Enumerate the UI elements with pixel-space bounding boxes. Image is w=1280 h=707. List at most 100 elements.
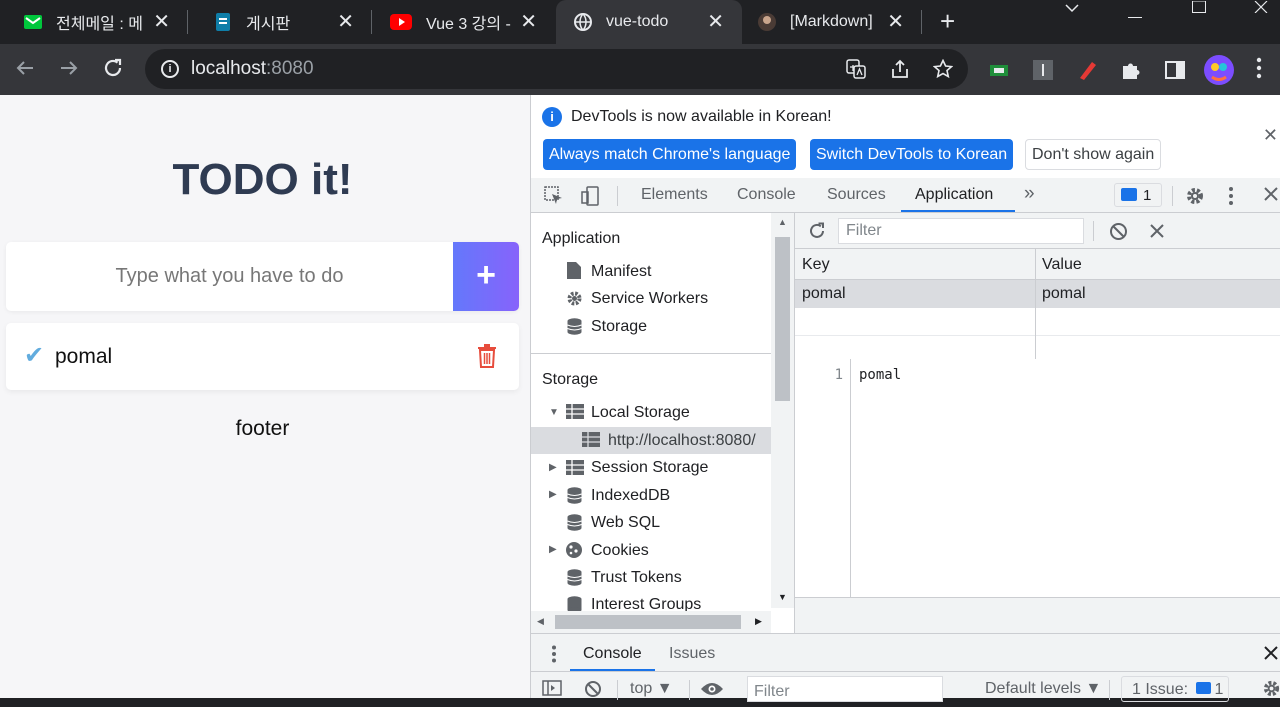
issues-counter-button[interactable]: 1 Issue: 1 bbox=[1121, 676, 1229, 702]
bookmark-star-icon[interactable] bbox=[932, 58, 954, 84]
expanded-arrow-icon[interactable]: ▼ bbox=[549, 407, 559, 418]
browser-tab-board[interactable]: 게시판 ✕ bbox=[190, 0, 372, 44]
maximize-button[interactable] bbox=[1192, 0, 1206, 18]
issues-badge[interactable]: 1 bbox=[1114, 183, 1162, 207]
reload-button[interactable] bbox=[102, 57, 124, 83]
sidebar-item-manifest[interactable]: Manifest bbox=[591, 263, 651, 281]
browser-tab-youtube[interactable]: Vue 3 강의 - ✕ bbox=[372, 0, 555, 44]
close-window-button[interactable] bbox=[1254, 0, 1268, 18]
always-match-language-button[interactable]: Always match Chrome's language bbox=[543, 139, 797, 170]
sidebar-item-cookies[interactable]: Cookies bbox=[591, 542, 649, 560]
sidebar-item-session-storage[interactable]: Session Storage bbox=[591, 459, 708, 477]
extension-green-icon[interactable] bbox=[988, 59, 1010, 81]
sidebar-item-storage[interactable]: Storage bbox=[591, 318, 647, 336]
tab-label: vue-todo bbox=[606, 13, 669, 30]
extension-gray-icon[interactable] bbox=[1032, 59, 1054, 81]
issue-icon bbox=[1121, 188, 1137, 201]
collapsed-arrow-icon[interactable]: ▶ bbox=[549, 544, 557, 555]
storage-filter-input[interactable]: Filter bbox=[838, 218, 1084, 244]
scroll-down-icon[interactable]: ▼ bbox=[778, 592, 787, 602]
close-icon[interactable]: ✕ bbox=[153, 12, 170, 32]
inspect-element-icon[interactable] bbox=[544, 186, 564, 206]
clear-all-icon[interactable] bbox=[1109, 222, 1128, 246]
tab-elements[interactable]: Elements bbox=[641, 186, 708, 204]
sidebar-vertical-scrollbar[interactable]: ▲ ▼ bbox=[771, 213, 794, 608]
browser-menu-icon[interactable] bbox=[1256, 57, 1278, 79]
close-icon[interactable]: ✕ bbox=[520, 12, 537, 32]
refresh-icon[interactable] bbox=[807, 221, 827, 246]
youtube-icon bbox=[390, 13, 412, 31]
console-settings-gear-icon[interactable] bbox=[1262, 679, 1280, 703]
sidebar-item-local-storage[interactable]: Local Storage bbox=[591, 404, 690, 422]
sidebar-horizontal-scrollbar[interactable]: ◀ ▶ bbox=[531, 611, 771, 633]
close-icon[interactable]: ✕ bbox=[707, 12, 724, 32]
sidebar-item-indexeddb[interactable]: IndexedDB bbox=[591, 487, 670, 505]
eye-icon[interactable] bbox=[700, 681, 724, 702]
info-icon: i bbox=[542, 107, 562, 127]
close-drawer-icon[interactable] bbox=[1264, 646, 1278, 665]
scrollbar-thumb[interactable] bbox=[775, 237, 790, 401]
switch-to-korean-button[interactable]: Switch DevTools to Korean bbox=[810, 139, 1014, 170]
close-icon[interactable]: ✕ bbox=[887, 12, 904, 32]
minimize-button[interactable] bbox=[1128, 6, 1142, 24]
database-icon bbox=[567, 487, 583, 504]
footer: footer bbox=[235, 417, 290, 440]
new-tab-button[interactable]: + bbox=[940, 8, 955, 34]
extensions-puzzle-icon[interactable] bbox=[1120, 59, 1142, 81]
extension-highlighter-icon[interactable] bbox=[1076, 59, 1098, 81]
tab-search-icon[interactable] bbox=[1064, 0, 1080, 18]
drawer-menu-icon[interactable] bbox=[551, 645, 557, 668]
dont-show-again-button[interactable]: Don't show again bbox=[1025, 139, 1162, 170]
browser-tab-markdown[interactable]: [Markdown] ✕ bbox=[742, 0, 922, 44]
site-info-icon[interactable]: i bbox=[161, 60, 179, 78]
sidebar-item-service-workers[interactable]: Service Workers bbox=[591, 290, 708, 308]
customize-menu-icon[interactable] bbox=[1228, 186, 1248, 206]
profile-avatar[interactable] bbox=[1204, 55, 1234, 85]
close-devtools-icon[interactable] bbox=[1263, 186, 1280, 206]
collapsed-arrow-icon[interactable]: ▶ bbox=[549, 489, 557, 500]
translate-icon[interactable] bbox=[846, 59, 866, 84]
drawer-tab-issues[interactable]: Issues bbox=[669, 645, 715, 663]
clear-console-icon[interactable] bbox=[584, 680, 602, 703]
log-levels-dropdown[interactable]: Default levels ▼ bbox=[985, 680, 1101, 698]
close-icon[interactable]: ✕ bbox=[1263, 125, 1278, 146]
infobar-message: DevTools is now available in Korean! bbox=[571, 108, 832, 125]
more-tabs-button[interactable]: » bbox=[1024, 183, 1035, 205]
tab-console[interactable]: Console bbox=[737, 186, 796, 204]
context-selector[interactable]: top ▼ bbox=[630, 680, 673, 698]
side-panel-icon[interactable] bbox=[1164, 59, 1186, 81]
column-header-key[interactable]: Key bbox=[802, 256, 830, 274]
todo-input[interactable] bbox=[6, 242, 453, 311]
scroll-up-icon[interactable]: ▲ bbox=[778, 217, 787, 227]
share-icon[interactable] bbox=[890, 59, 910, 84]
browser-tab-vue-todo[interactable]: vue-todo ✕ bbox=[556, 0, 742, 44]
check-icon[interactable]: ✔ bbox=[24, 341, 44, 370]
back-button[interactable] bbox=[14, 57, 36, 83]
scrollbar-thumb[interactable] bbox=[555, 615, 741, 629]
tab-sources[interactable]: Sources bbox=[827, 186, 886, 204]
sidebar-item-trust-tokens[interactable]: Trust Tokens bbox=[591, 569, 682, 587]
empty-table-row[interactable] bbox=[795, 308, 1280, 336]
close-icon[interactable]: ✕ bbox=[337, 12, 354, 32]
trash-icon[interactable] bbox=[477, 344, 501, 370]
address-bar[interactable]: i localhost:8080 bbox=[145, 49, 968, 89]
table-row[interactable]: pomal pomal bbox=[795, 280, 1280, 308]
sidebar-item-web-sql[interactable]: Web SQL bbox=[591, 514, 660, 532]
browser-tab-mail[interactable]: 전체메일 : 메 ✕ bbox=[0, 0, 188, 44]
device-toolbar-icon[interactable] bbox=[581, 186, 601, 206]
storage-status-bar bbox=[795, 597, 1280, 633]
column-header-value[interactable]: Value bbox=[1042, 256, 1082, 274]
active-tab-indicator bbox=[901, 210, 1015, 212]
sidebar-item-localhost-origin[interactable]: http://localhost:8080/ bbox=[608, 432, 756, 450]
scroll-right-icon[interactable]: ▶ bbox=[755, 616, 762, 627]
forward-button[interactable] bbox=[58, 57, 80, 83]
drawer-tab-console[interactable]: Console bbox=[583, 645, 642, 663]
delete-selected-icon[interactable] bbox=[1150, 224, 1164, 243]
database-icon bbox=[567, 569, 583, 586]
console-filter-input[interactable]: Filter bbox=[747, 676, 943, 702]
scroll-left-icon[interactable]: ◀ bbox=[537, 616, 544, 627]
collapsed-arrow-icon[interactable]: ▶ bbox=[549, 462, 557, 473]
tab-application[interactable]: Application bbox=[915, 186, 993, 204]
add-todo-button[interactable]: + bbox=[453, 242, 519, 311]
settings-gear-icon[interactable] bbox=[1185, 186, 1205, 206]
